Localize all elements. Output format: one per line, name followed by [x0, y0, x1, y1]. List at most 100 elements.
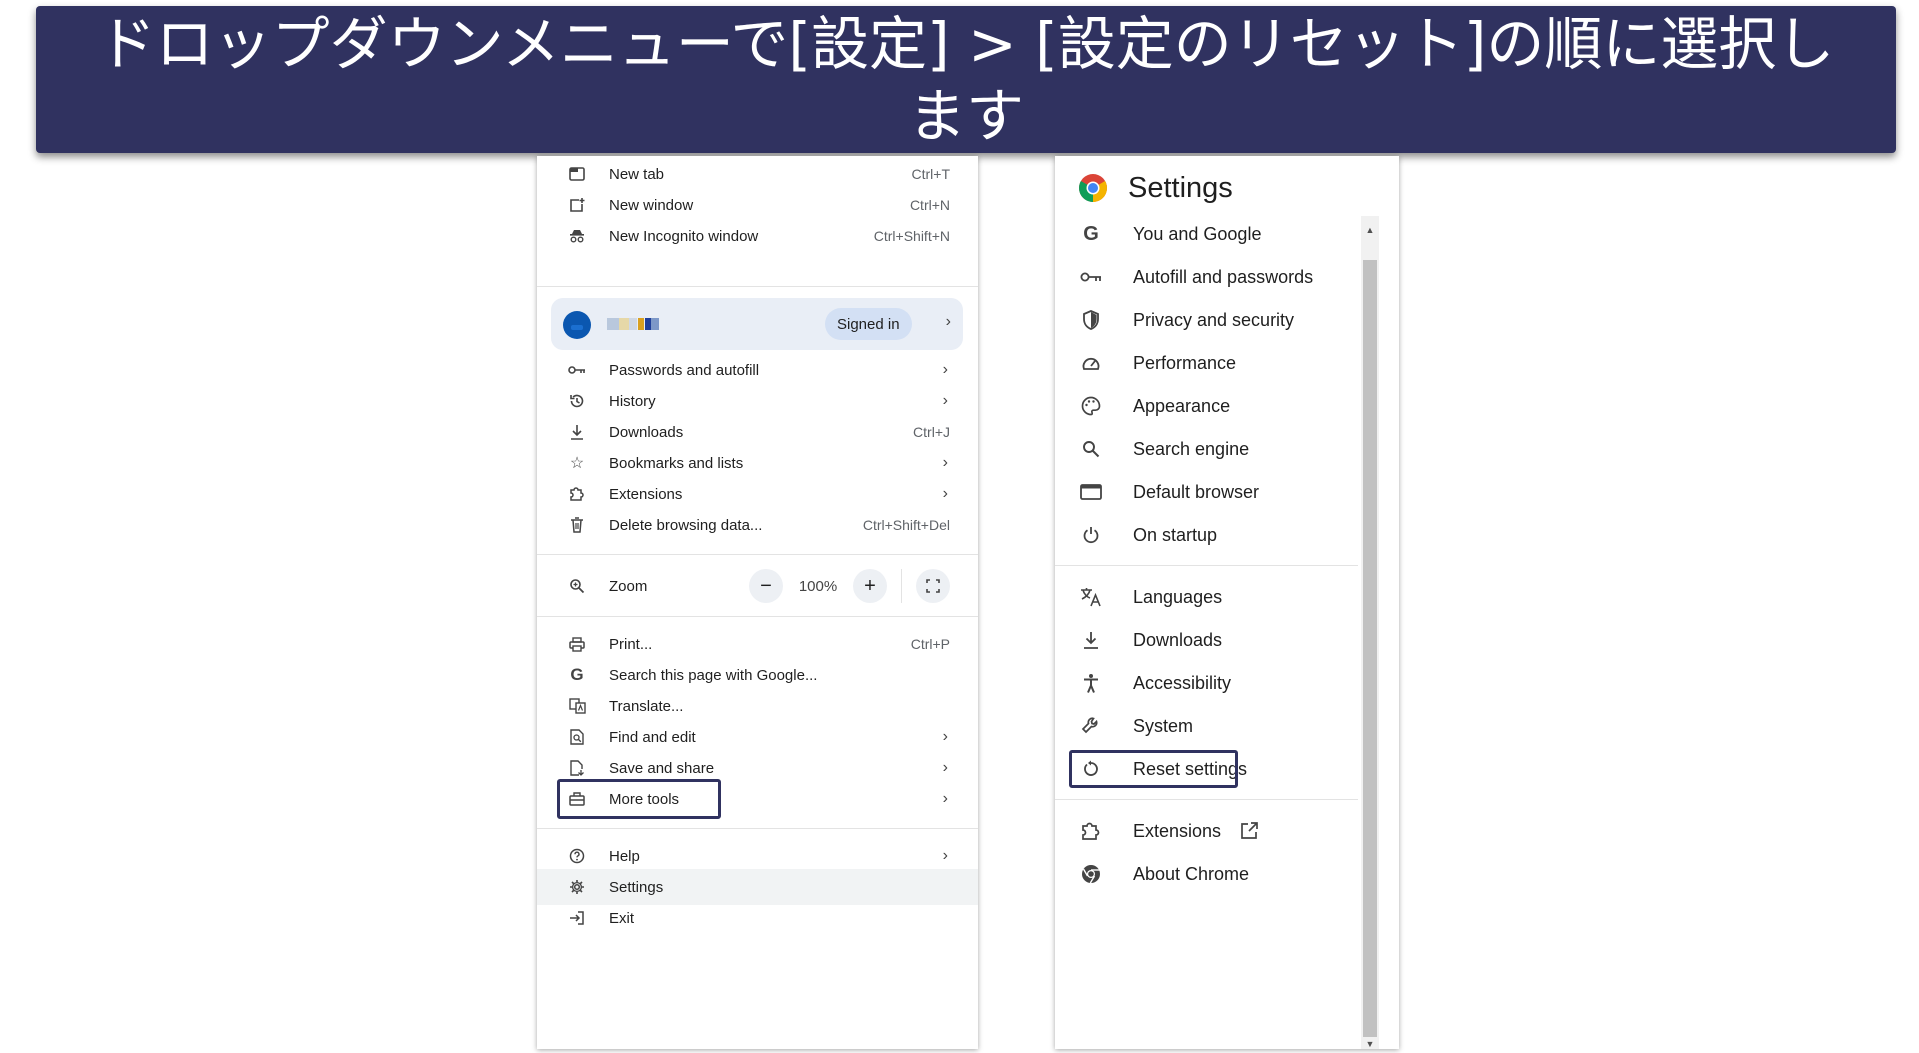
settings-item-on-startup[interactable]: On startup [1055, 513, 1360, 557]
settings-header: Settings [1078, 168, 1233, 208]
menu-divider [537, 286, 978, 287]
key-icon [568, 361, 586, 379]
settings-divider [1055, 799, 1358, 800]
menu-item-delete-browsing-data[interactable]: Delete browsing data... Ctrl+Shift+Del [537, 507, 978, 543]
settings-divider [1055, 565, 1358, 566]
settings-item-label: Reset settings [1133, 758, 1248, 779]
browser-icon [1080, 481, 1102, 503]
menu-item-label: Save and share [609, 759, 715, 777]
profile-row[interactable]: Signed in › [551, 298, 963, 350]
wrench-icon [1080, 715, 1102, 737]
settings-item-label: Default browser [1133, 481, 1260, 502]
menu-item-more-tools[interactable]: More tools › [537, 781, 978, 817]
settings-item-label: Performance [1133, 352, 1237, 373]
trash-icon [568, 516, 586, 534]
google-icon: G [1083, 222, 1099, 245]
instruction-banner: ドロップダウンメニューで[設定] > [設定のリセット]の順に選択します [36, 6, 1896, 153]
settings-item-about-chrome[interactable]: About Chrome [1055, 852, 1360, 896]
settings-item-label: About Chrome [1133, 863, 1250, 884]
settings-item-accessibility[interactable]: Accessibility [1055, 661, 1360, 705]
settings-item-label: You and Google [1133, 223, 1262, 244]
chrome-icon [1080, 863, 1102, 885]
zoom-label: Zoom [609, 577, 648, 595]
zoom-icon [568, 577, 586, 595]
google-icon: G [570, 665, 584, 684]
banner-text: ドロップダウンメニューで[設定] > [設定のリセット]の順に選択します [97, 9, 1835, 150]
exit-icon [568, 909, 586, 927]
new-tab-icon [568, 165, 586, 183]
new-window-icon [568, 196, 586, 214]
translate-icon [568, 697, 586, 715]
menu-item-exit[interactable]: Exit [537, 900, 978, 936]
scroll-down-arrow[interactable]: ▼ [1361, 1036, 1379, 1049]
language-icon [1080, 586, 1102, 608]
settings-item-label: Extensions [1133, 820, 1222, 841]
settings-item-you-and-google[interactable]: G You and Google [1055, 212, 1360, 256]
toolbox-icon [568, 790, 586, 808]
menu-item-label: New Incognito window [609, 227, 759, 245]
menu-divider [537, 828, 978, 829]
settings-item-privacy-security[interactable]: Privacy and security [1055, 298, 1360, 342]
settings-item-label: Privacy and security [1133, 309, 1295, 330]
settings-item-label: System [1133, 715, 1194, 736]
menu-item-label: New window [609, 196, 694, 214]
puzzle-icon [1080, 820, 1102, 842]
chevron-right-icon: › [942, 847, 948, 864]
settings-title: Settings [1128, 171, 1233, 204]
fullscreen-icon [926, 579, 940, 593]
shortcut-label: Ctrl+N [909, 197, 950, 213]
settings-item-label: On startup [1133, 524, 1218, 545]
puzzle-icon [568, 485, 586, 503]
key-icon [1080, 266, 1102, 288]
shield-icon [1080, 309, 1102, 331]
scrollbar-thumb[interactable] [1363, 260, 1377, 1037]
menu-item-label: Downloads [609, 423, 684, 441]
menu-item-label: Help [609, 847, 640, 865]
chevron-right-icon: › [945, 313, 951, 330]
signed-in-badge: Signed in [825, 308, 912, 340]
menu-item-label: Find and edit [609, 728, 696, 746]
save-share-icon [568, 759, 586, 777]
zoom-controls: − 100% + [749, 569, 950, 603]
settings-item-reset-settings[interactable]: Reset settings [1055, 747, 1360, 791]
zoom-out-button[interactable]: − [749, 569, 783, 603]
zoom-in-button[interactable]: + [853, 569, 887, 603]
menu-item-label: Extensions [609, 485, 683, 503]
search-icon [1080, 438, 1102, 460]
blurred-profile-name [607, 318, 659, 330]
menu-item-label: Bookmarks and lists [609, 454, 744, 472]
menu-divider [537, 616, 978, 617]
settings-item-label: Autofill and passwords [1133, 266, 1314, 287]
chevron-right-icon: › [942, 454, 948, 471]
help-icon [568, 847, 586, 865]
settings-item-label: Search engine [1133, 438, 1250, 459]
settings-item-performance[interactable]: Performance [1055, 341, 1360, 385]
scroll-up-arrow[interactable]: ▲ [1361, 222, 1379, 238]
gear-icon [568, 878, 586, 896]
zoom-divider [901, 569, 902, 603]
menu-item-new-incognito-window[interactable]: New Incognito window Ctrl+Shift+N [537, 218, 978, 254]
menu-item-label: Exit [609, 909, 635, 927]
settings-item-label: Appearance [1133, 395, 1231, 416]
menu-item-label: More tools [609, 790, 680, 808]
settings-item-languages[interactable]: Languages [1055, 575, 1360, 619]
palette-icon [1080, 395, 1102, 417]
settings-panel: Settings G You and Google Autofill and p… [1055, 156, 1399, 1049]
settings-item-downloads[interactable]: Downloads [1055, 618, 1360, 662]
menu-item-label: Delete browsing data... [609, 516, 763, 534]
fullscreen-button[interactable] [916, 569, 950, 603]
shortcut-label: Ctrl+J [913, 424, 950, 440]
settings-item-system[interactable]: System [1055, 704, 1360, 748]
settings-item-search-engine[interactable]: Search engine [1055, 427, 1360, 471]
gauge-icon [1080, 352, 1102, 374]
settings-item-extensions[interactable]: Extensions [1055, 809, 1360, 853]
history-icon [568, 392, 586, 410]
chrome-dropdown-menu: New tab Ctrl+T New window Ctrl+N New Inc… [537, 156, 978, 1049]
chevron-right-icon: › [942, 485, 948, 502]
menu-item-zoom: Zoom − 100% + [537, 564, 978, 608]
settings-item-default-browser[interactable]: Default browser [1055, 470, 1360, 514]
menu-item-label: Settings [609, 878, 664, 896]
settings-item-autofill-passwords[interactable]: Autofill and passwords [1055, 255, 1360, 299]
settings-item-appearance[interactable]: Appearance [1055, 384, 1360, 428]
chevron-right-icon: › [942, 392, 948, 409]
